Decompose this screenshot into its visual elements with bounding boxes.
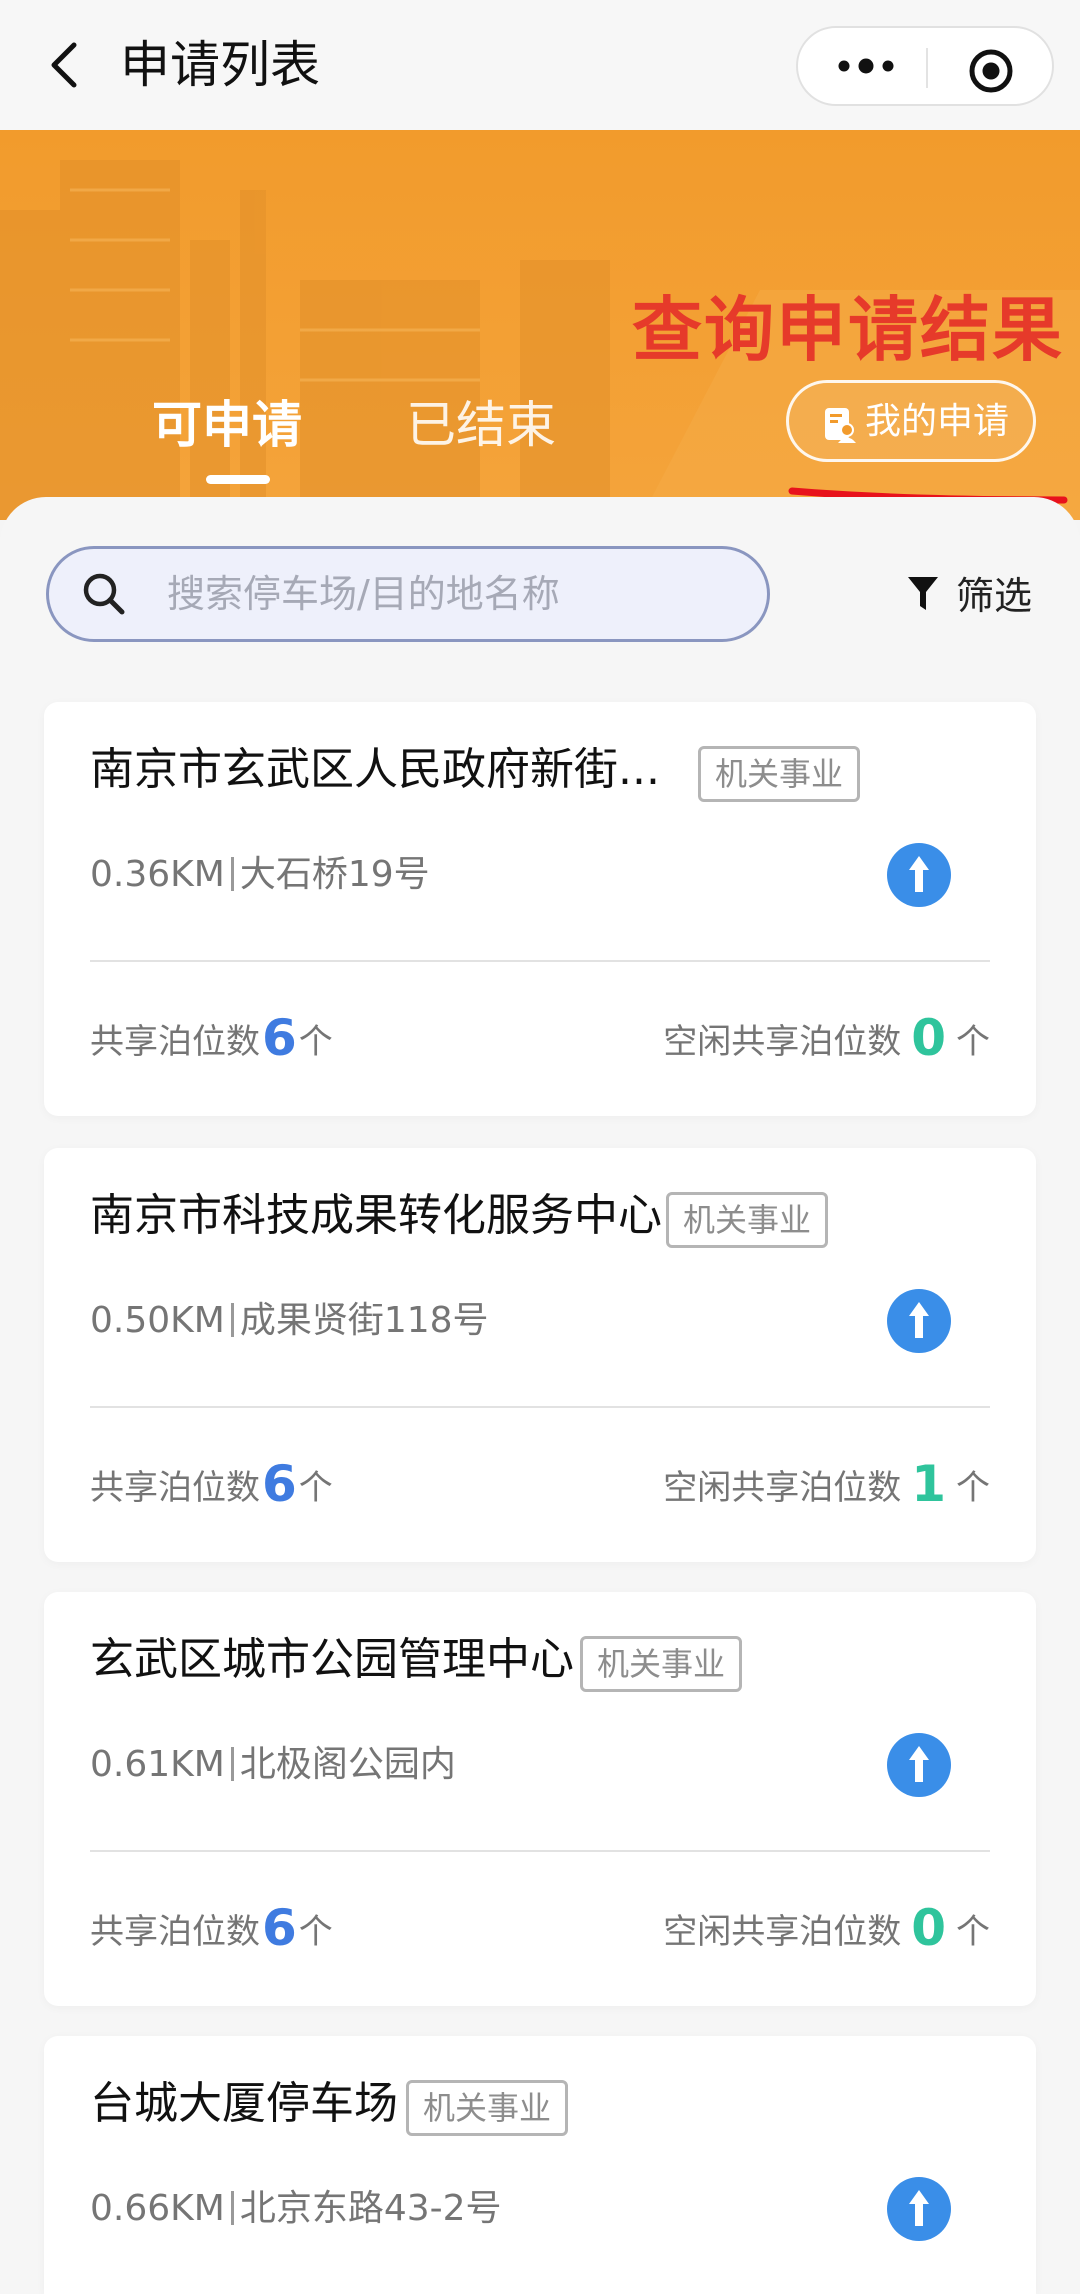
free-shared-spaces: 空闲共享泊位数 1 个	[663, 1455, 990, 1513]
category-tag: 机关事业	[666, 1192, 829, 1248]
navigate-icon[interactable]	[886, 1732, 952, 1798]
top-navigation-bar: 申请列表	[0, 0, 1080, 130]
funnel-icon	[908, 577, 938, 610]
distance-address: 0.61KM 北极阁公园内	[90, 1740, 456, 1790]
capsule-divider	[926, 48, 928, 88]
search-icon	[83, 573, 125, 615]
parking-lot-card[interactable]: 台城大厦停车场 机关事业 0.66KM 北京东路43-2号	[44, 2036, 1036, 2294]
navigate-icon[interactable]	[886, 2176, 952, 2242]
card-divider	[90, 1850, 990, 1852]
shared-count: 6	[262, 1455, 297, 1513]
tab-ended[interactable]: 已结束	[406, 390, 556, 460]
navigate-icon[interactable]	[886, 842, 952, 908]
search-input[interactable]	[167, 565, 747, 623]
back-arrow-icon[interactable]	[38, 35, 98, 95]
page-title: 申请列表	[120, 36, 320, 94]
address: 成果贤街118号	[239, 1300, 489, 1341]
shared-spaces: 共享泊位数6个	[90, 1009, 333, 1067]
category-tag: 机关事业	[580, 1636, 743, 1692]
free-shared-spaces: 空闲共享泊位数 0 个	[663, 1009, 990, 1067]
free-count: 0	[911, 1009, 946, 1067]
separator	[230, 857, 234, 891]
distance-address: 0.36KM 大石桥19号	[90, 850, 430, 900]
my-applications-label: 我的申请	[865, 401, 1010, 442]
shared-count: 6	[262, 1009, 297, 1067]
parking-lot-name: 玄武区城市公园管理中心	[90, 1634, 574, 1685]
distance: 0.66KM	[90, 2188, 225, 2229]
parking-lot-card[interactable]: 玄武区城市公园管理中心 机关事业 0.61KM 北极阁公园内 共享泊位数6个 空闲…	[44, 1592, 1036, 2006]
shared-spaces: 共享泊位数6个	[90, 1899, 333, 1957]
free-count: 1	[911, 1455, 946, 1513]
parking-lot-name: 南京市玄武区人民政府新街...	[90, 744, 660, 795]
header-banner: 查询申请结果 可申请 已结束 我的申请	[0, 130, 1080, 520]
miniprogram-capsule	[796, 26, 1054, 106]
more-icon[interactable]	[834, 44, 898, 88]
search-bar[interactable]	[46, 546, 770, 642]
card-divider	[90, 1406, 990, 1408]
parking-lot-card[interactable]: 南京市玄武区人民政府新街... 机关事业 0.36KM 大石桥19号 共享泊位数6…	[44, 702, 1036, 1116]
category-tag: 机关事业	[698, 746, 861, 802]
address: 北极阁公园内	[239, 1744, 456, 1785]
document-user-icon	[825, 408, 856, 443]
shared-spaces: 共享泊位数6个	[90, 1455, 333, 1513]
distance-address: 0.50KM 成果贤街118号	[90, 1296, 489, 1346]
tab-available[interactable]: 可申请	[152, 390, 302, 460]
parking-lot-name: 南京市科技成果转化服务中心	[90, 1190, 662, 1241]
address: 大石桥19号	[239, 854, 430, 895]
separator	[230, 1747, 234, 1781]
distance-address: 0.66KM 北京东路43-2号	[90, 2184, 502, 2234]
address: 北京东路43-2号	[239, 2188, 502, 2229]
separator	[230, 2191, 234, 2225]
annotation-caption: 查询申请结果	[632, 289, 1064, 371]
distance: 0.36KM	[90, 854, 225, 895]
active-tab-indicator	[206, 475, 270, 484]
navigate-icon[interactable]	[886, 1288, 952, 1354]
card-divider	[90, 960, 990, 962]
filter-label: 筛选	[956, 574, 1033, 618]
separator	[230, 1303, 234, 1337]
free-shared-spaces: 空闲共享泊位数 0 个	[663, 1899, 990, 1957]
parking-lot-name: 台城大厦停车场	[90, 2078, 398, 2129]
parking-lot-card[interactable]: 南京市科技成果转化服务中心 机关事业 0.50KM 成果贤街118号 共享泊位数6…	[44, 1148, 1036, 1562]
distance: 0.61KM	[90, 1744, 225, 1785]
category-tag: 机关事业	[406, 2080, 569, 2136]
my-applications-button[interactable]: 我的申请	[786, 380, 1036, 462]
distance: 0.50KM	[90, 1300, 225, 1341]
shared-count: 6	[262, 1899, 297, 1957]
free-count: 0	[911, 1899, 946, 1957]
close-miniprogram-icon[interactable]	[966, 46, 1016, 96]
